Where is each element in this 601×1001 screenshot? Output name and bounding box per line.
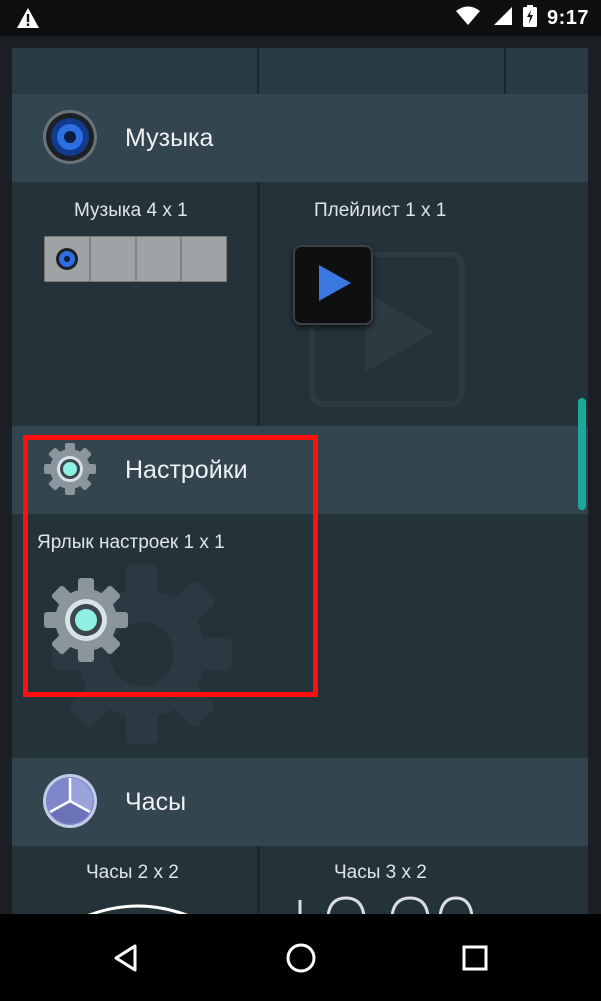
warning-icon [16, 7, 40, 29]
recents-icon [462, 945, 488, 970]
highlight-annotation-box [23, 435, 318, 697]
home-button[interactable] [251, 914, 351, 1001]
widget-label: Часы 3 x 2 [334, 862, 427, 883]
navigation-bar [0, 914, 601, 1001]
speaker-icon [41, 108, 99, 166]
clock-icon [41, 772, 99, 830]
recents-button[interactable] [425, 914, 525, 1001]
music-widget-preview [44, 236, 227, 282]
section-header-clock: Часы [12, 758, 588, 846]
back-button[interactable] [76, 914, 176, 1001]
signal-icon [491, 6, 513, 31]
widget-label: Часы 2 x 2 [86, 862, 179, 883]
section-title-clock: Часы [125, 788, 187, 816]
play-icon [293, 245, 373, 325]
back-icon [114, 944, 137, 971]
widget-label: Музыка 4 x 1 [74, 200, 188, 221]
previous-widget-row [12, 48, 588, 94]
battery-icon [522, 4, 537, 32]
section-title-music: Музыка [125, 124, 214, 152]
fast-scroll-handle[interactable] [578, 398, 586, 510]
digital-clock-preview [298, 896, 474, 914]
status-icons: 9:17 [455, 4, 589, 32]
status-time: 9:17 [546, 6, 589, 29]
widget-cell-clock-2x2[interactable]: Часы 2 x 2 [12, 846, 257, 914]
speaker-icon [56, 248, 78, 270]
status-bar: 9:17 [0, 0, 601, 36]
home-icon [286, 943, 316, 972]
analog-clock-preview [88, 904, 188, 914]
widget-label: Плейлист 1 x 1 [314, 200, 447, 221]
widget-cell-clock-3x2[interactable]: Часы 3 x 2 [260, 846, 588, 914]
widget-cell-music-4x1[interactable]: Музыка 4 x 1 [12, 182, 257, 426]
wifi-icon [455, 6, 481, 31]
section-header-music: Музыка [12, 94, 588, 182]
